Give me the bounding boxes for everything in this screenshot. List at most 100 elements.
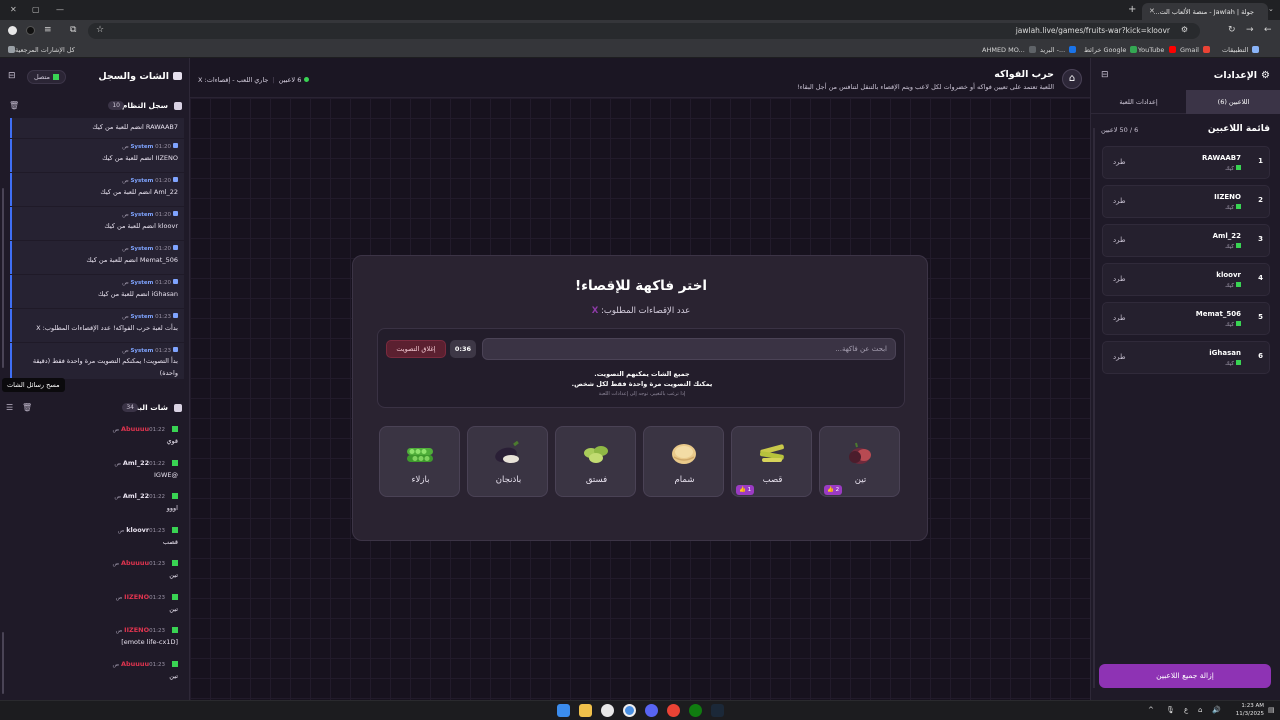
collapse-settings-icon[interactable]: ⊟ (1101, 70, 1109, 80)
tab-players[interactable]: اللاعبين (6) (1186, 90, 1280, 114)
bookmark-youtube[interactable]: YouTube (1138, 46, 1176, 54)
profile-avatar[interactable] (8, 26, 17, 35)
kick-player-button[interactable]: طرد (1113, 353, 1126, 361)
bookmark-ahmed[interactable]: AHMED MO... (982, 46, 1036, 54)
extension-icon[interactable] (26, 26, 35, 35)
close-tab-icon[interactable]: ✕ (1149, 7, 1155, 15)
tab-search-icon[interactable]: ⌄ (1268, 5, 1274, 13)
file-explorer-icon[interactable] (579, 704, 592, 717)
settings-scrollbar[interactable] (1093, 128, 1095, 688)
settings-panel: ⚙الإعدادات ⊟ اللاعبين (6) إعدادات اللعبة… (1090, 58, 1280, 700)
chat-user[interactable]: IIZENO01:23 ص (116, 626, 178, 634)
log-meta: System 01:20 ص (122, 279, 178, 286)
bookmark-gmail[interactable]: Gmail (1180, 46, 1211, 54)
bookmarks-bar: كل الإشارات المرجعية التطبيقات Gmail You… (0, 42, 1280, 58)
log-scrollbar[interactable] (2, 188, 4, 368)
browser-toolbar: ≡ ⧉ ☆ jawlah.live/games/fruits-war?kick=… (0, 20, 1280, 42)
chat-user[interactable]: Abuuuu01:22 ص (113, 425, 178, 433)
player-platform: كيك (1225, 360, 1241, 367)
notifications-icon[interactable]: ▤ (1268, 706, 1275, 714)
fruit-option-sugarcane[interactable]: قصب 👍 1 (731, 426, 812, 497)
window-minimize-icon[interactable]: — (56, 5, 64, 14)
home-button[interactable]: ⌂ (1062, 69, 1082, 89)
browser-app-icon[interactable] (667, 704, 680, 717)
player-row: 1 RAWAAB7 كيك طرد (1102, 146, 1270, 179)
log-entry: System 01:20 ص Memat_506 انضم للعبة من ك… (10, 241, 184, 274)
clear-log-icon[interactable]: 🗑 (9, 101, 19, 110)
settings-app-icon[interactable] (601, 704, 614, 717)
kick-icon (172, 627, 178, 633)
youtube-icon (1168, 46, 1176, 53)
forward-icon[interactable]: → (1246, 25, 1254, 35)
chat-username: Aml_22 (122, 492, 150, 500)
log-meta: System 01:20 ص (122, 211, 178, 218)
all-bookmarks-link[interactable]: كل الإشارات المرجعية (6, 46, 75, 54)
clear-chat-tooltip: مسح رسائل الشات (2, 378, 65, 392)
bookmark-maps[interactable]: خرائط Google (1084, 46, 1138, 54)
back-icon[interactable]: ← (1264, 25, 1272, 35)
chat-scrollbar[interactable] (2, 632, 4, 694)
fruit-option-eggplant[interactable]: باذنجان (467, 426, 548, 497)
close-voting-button[interactable]: إغلاق التصويت (386, 340, 446, 358)
fruit-option-pistachio[interactable]: فستق (555, 426, 636, 497)
kick-player-button[interactable]: طرد (1113, 275, 1126, 283)
platform-label: كيك (1225, 205, 1234, 211)
chat-text: قصب (162, 537, 178, 546)
kick-icon (1236, 360, 1241, 365)
chrome-icon[interactable] (623, 704, 636, 717)
bookmark-mail[interactable]: البريد -... (1040, 46, 1077, 54)
log-entry: System 01:20 ص kloovr انضم للعبة من كيك (10, 207, 184, 240)
tab-game-settings[interactable]: إعدادات اللعبة (1091, 90, 1186, 114)
fruit-option-melon[interactable]: شمام (643, 426, 724, 497)
steam-icon[interactable] (711, 704, 724, 717)
start-menu-icon[interactable] (557, 704, 570, 717)
cast-icon[interactable]: ⧉ (70, 25, 76, 35)
window-close-icon[interactable]: ✕ (10, 5, 17, 14)
browser-tab[interactable]: ✕ جولة | Jawlah - منصة الألعاب الت... (1142, 3, 1268, 20)
clear-chat-icon[interactable]: 🗑 (22, 403, 32, 412)
window-maximize-icon[interactable]: ▢ (32, 5, 40, 14)
network-icon[interactable]: ⌂ (1198, 706, 1202, 714)
chat-user[interactable]: kloovr01:23 ص (118, 526, 178, 534)
platform-label: كيك (1225, 322, 1234, 328)
discord-icon[interactable] (645, 704, 658, 717)
reload-icon[interactable]: ↻ (1228, 25, 1236, 35)
fruit-option-fig[interactable]: تين 👍 2 (819, 426, 900, 497)
kick-player-button[interactable]: طرد (1113, 197, 1126, 205)
kick-player-button[interactable]: طرد (1113, 236, 1126, 244)
system-clock[interactable]: 1:23 AM 11/3/2025 (1228, 702, 1264, 718)
media-icon[interactable]: ≡ (44, 25, 52, 35)
vote-badge: 👍 1 (736, 485, 755, 495)
kick-player-button[interactable]: طرد (1113, 314, 1126, 322)
bookmark-apps[interactable]: التطبيقات (1222, 46, 1260, 54)
collapse-panel-icon[interactable]: ⊟ (8, 71, 16, 81)
site-settings-icon[interactable]: ⚙ (1181, 25, 1188, 34)
chat-user[interactable]: Aml_2201:22 ص (114, 459, 178, 467)
xbox-icon[interactable] (689, 704, 702, 717)
chat-text: [emote life-cx1D] (121, 638, 178, 646)
chat-user[interactable]: IIZENO01:23 ص (116, 593, 178, 601)
language-indicator[interactable]: ع (1184, 706, 1188, 714)
volume-icon[interactable]: 🔊 (1212, 706, 1221, 714)
fruit-search-input[interactable]: ابحث عن فاكهة... (482, 338, 896, 360)
tray-overflow-icon[interactable]: ^ (1148, 706, 1154, 714)
fruit-name: فستق (585, 475, 608, 485)
bookmark-star-icon[interactable]: ☆ (96, 25, 104, 35)
vote-subtitle: عدد الإقصاءات المطلوب: X (353, 306, 929, 316)
system-icon (173, 177, 178, 182)
new-tab-button[interactable]: + (1128, 4, 1136, 15)
filter-icon[interactable]: ☰ (6, 403, 13, 412)
fruit-option-peas[interactable]: بازلاء (379, 426, 460, 497)
chat-user[interactable]: Aml_2201:22 ص (114, 492, 178, 500)
kick-player-button[interactable]: طرد (1113, 158, 1126, 166)
player-name: IIZENO (1214, 193, 1241, 201)
chat-user[interactable]: Abuuuu01:23 ص (113, 559, 178, 567)
chat-log-panel: الشات والسجل متصل ⊟ سجل النظام 10 🗑 RAWA… (0, 58, 190, 700)
chat-user[interactable]: Abuuuu01:23 ص (113, 660, 178, 668)
address-bar[interactable]: ☆ jawlah.live/games/fruits-war?kick=kloo… (88, 23, 1200, 39)
chat-text: تين (169, 604, 178, 613)
remove-all-players-button[interactable]: إزالة جميع اللاعبين (1099, 664, 1271, 688)
eggplant-icon (495, 440, 519, 463)
kick-icon (1236, 282, 1241, 287)
microphone-icon[interactable]: 🎙 (1166, 706, 1175, 714)
